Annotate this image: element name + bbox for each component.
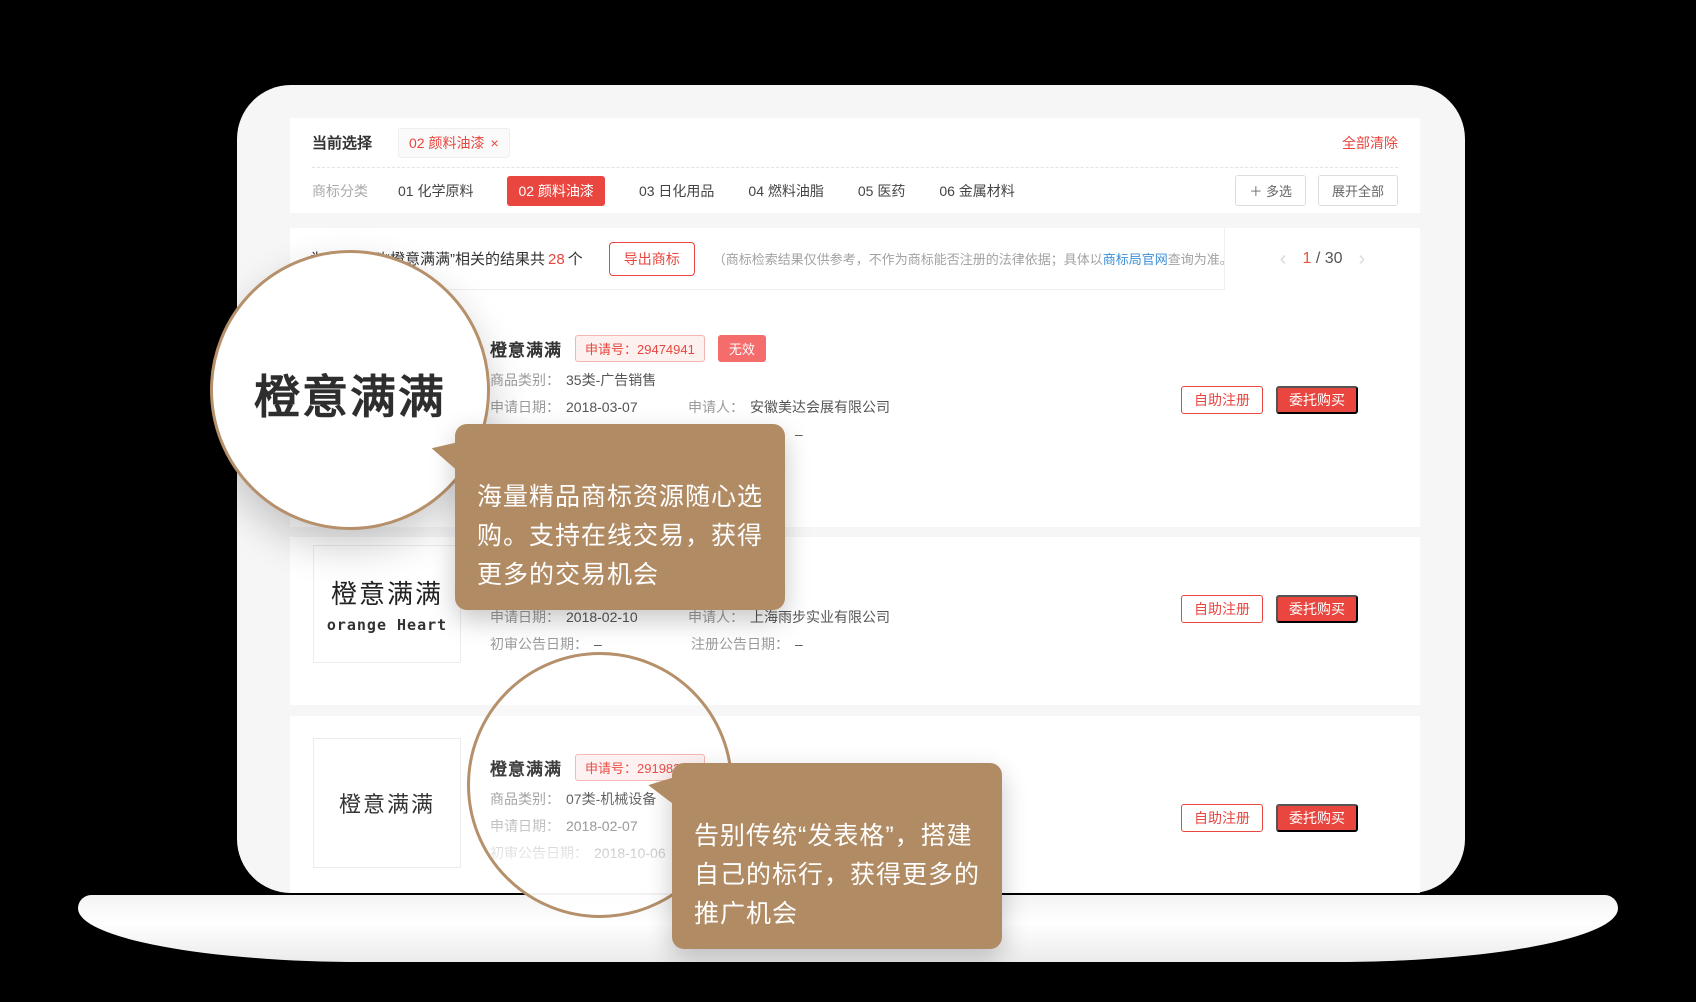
trademark-image-subtext: orange Heart [327,616,447,634]
callout-marketplace: 海量精品商标资源随心选 购。支持在线交易，获得 更多的交易机会 [455,424,785,610]
entrust-purchase-button[interactable]: 委托购买 [1276,595,1358,623]
magnified-trademark-text: 橙意满满 [254,361,446,427]
disclaimer-text: （商标检索结果仅供参考，不作为商标能否注册的法律依据；具体以商标局官网查询为准。… [713,249,1240,268]
category-row: 商标分类 01 化学原料 02 颜料油漆 03 日化用品 04 燃料油脂 05 … [290,168,1420,213]
callout-text: 海量精品商标资源随心选 购。支持在线交易，获得 更多的交易机会 [477,483,763,589]
chip-close-icon[interactable]: × [490,135,498,151]
selected-filter-chip-text: 02 颜料油漆 [409,133,484,153]
field-label: 申请人： [688,398,744,416]
field-label: 商品类别： [490,371,560,389]
field-label: 注册公告日期： [691,635,789,653]
current-selection-row: 当前选择 02 颜料油漆 × 全部清除 [290,118,1420,167]
field-label: 初审公告日期： [490,635,588,653]
field-value: 上海雨步实业有限公司 [750,608,890,626]
callout-arrow-icon [429,438,459,468]
self-register-button[interactable]: 自助注册 [1181,386,1263,414]
category-item-06[interactable]: 06 金属材料 [939,181,1014,201]
trademark-office-link[interactable]: 商标局官网 [1103,252,1168,267]
disclaimer-pre: （商标检索结果仅供参考，不作为商标能否注册的法律依据；具体以 [713,252,1103,267]
total-pages: 30 [1325,250,1343,267]
trademark-image-text: 橙意满满 [339,787,435,819]
category-item-05[interactable]: 05 医药 [858,181,905,201]
field-label: 申请日期： [490,608,560,626]
category-item-02[interactable]: 02 颜料油漆 [507,176,604,206]
field-value: 35类-广告销售 [566,371,656,389]
trademark-image-2: 橙意满满 orange Heart [313,545,461,663]
field-label: 申请人： [688,608,744,626]
results-summary-suffix: 个 [568,251,583,268]
row-1-actions: 自助注册 委托购买 [1181,386,1358,414]
magnifier-circle-1: 橙意满满 [210,250,490,530]
results-header: 为您检索到“橙意满满”相关的结果共28个 导出商标 （商标检索结果仅供参考，不作… [290,228,1420,290]
callout-promotion: 告别传统“发表格”，搭建 自己的标行，获得更多的 推广机会 [672,763,1002,949]
row-3-actions: 自助注册 委托购买 [1181,804,1358,832]
category-row-label: 商标分类 [312,181,368,201]
status-badge: 无效 [718,335,766,362]
category-item-01[interactable]: 01 化学原料 [398,181,473,201]
multi-select-button[interactable]: ＋ 多选 [1235,175,1306,206]
next-page-icon[interactable]: › [1359,248,1366,271]
page-background: 当前选择 02 颜料油漆 × 全部清除 商标分类 01 化学原料 02 颜料油漆… [0,0,1696,1002]
field-label: 申请日期： [490,398,560,416]
prev-page-icon[interactable]: ‹ [1280,248,1287,271]
self-register-button[interactable]: 自助注册 [1181,595,1263,623]
clear-all-link[interactable]: 全部清除 [1342,133,1398,153]
callout-arrow-icon [647,775,675,804]
category-item-03[interactable]: 03 日化用品 [639,181,714,201]
field-value: – [795,425,803,443]
page-separator: / [1316,250,1320,267]
current-selection-label: 当前选择 [312,132,372,153]
trademark-image-text: 橙意满满 [331,574,443,611]
callout-text: 告别传统“发表格”，搭建 自己的标行，获得更多的 推广机会 [694,822,980,928]
selected-filter-chip[interactable]: 02 颜料油漆 × [398,128,510,158]
trademark-image-3: 橙意满满 [313,738,461,868]
category-item-04[interactable]: 04 燃料油脂 [748,181,823,201]
page-indicator: 1 / 30 [1302,250,1342,268]
field-value: – [594,635,691,653]
entrust-purchase-button[interactable]: 委托购买 [1276,804,1358,832]
current-page: 1 [1302,250,1311,267]
expand-all-button[interactable]: 展开全部 [1318,175,1398,206]
field-value: – [795,635,803,653]
results-count: 28 [548,251,565,268]
field-value: 安徽美达会展有限公司 [750,398,890,416]
entrust-purchase-button[interactable]: 委托购买 [1276,386,1358,414]
application-number-tag: 申请号：29474941 [575,335,705,362]
field-value: 2018-02-10 [566,608,688,626]
pagination: ‹ 1 / 30 › [1224,228,1420,290]
trademark-name: 橙意满满 [490,336,562,361]
filter-panel: 当前选择 02 颜料油漆 × 全部清除 商标分类 01 化学原料 02 颜料油漆… [290,118,1420,213]
row-2-actions: 自助注册 委托购买 [1181,595,1358,623]
field-value: 2018-03-07 [566,398,688,416]
self-register-button[interactable]: 自助注册 [1181,804,1263,832]
export-trademarks-button[interactable]: 导出商标 [609,242,695,276]
